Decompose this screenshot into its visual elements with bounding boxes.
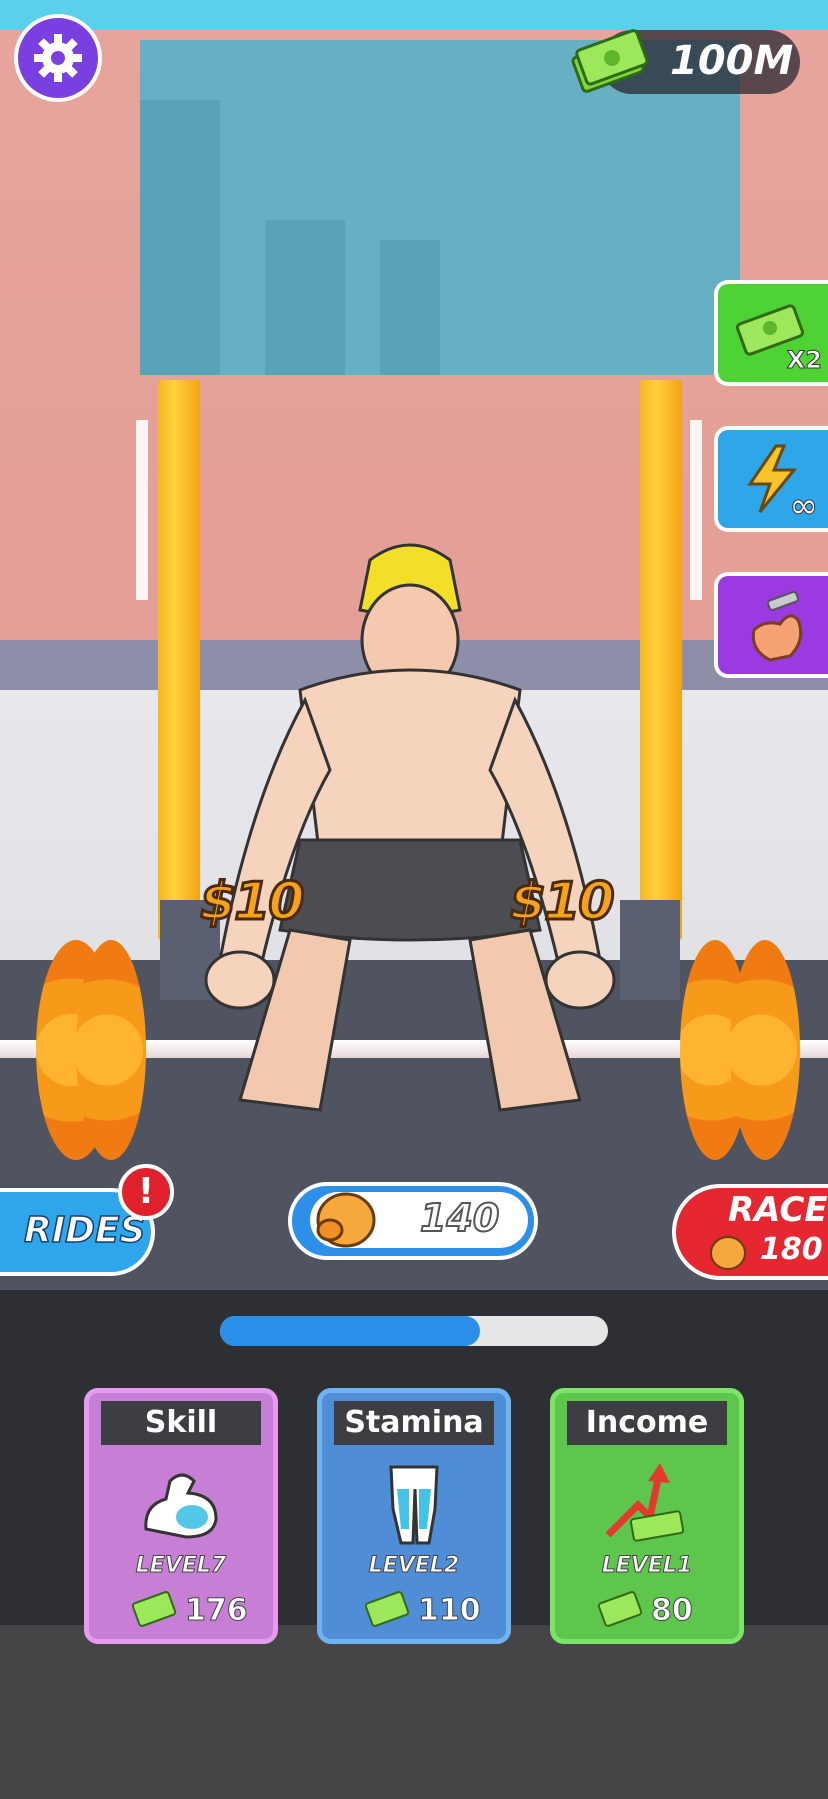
progress-bar (220, 1316, 608, 1346)
game-scene: $10 $10 (0, 0, 828, 1290)
cash-icon (597, 1591, 643, 1627)
card-level: LEVEL2 (368, 1553, 460, 1579)
boxing-glove-icon (710, 1236, 746, 1270)
rides-alert-badge: ! (118, 1164, 174, 1220)
infinite-badge: ∞ (789, 486, 818, 527)
upgrade-card-stamina[interactable]: Stamina LEVEL2 110 (317, 1388, 511, 1644)
earning-label-left: $10 (199, 871, 307, 934)
money-amount: 100M (670, 38, 794, 84)
rack-hooks (690, 420, 702, 600)
strength-value: 140 (419, 1195, 500, 1241)
building-silhouette (265, 220, 345, 375)
building-silhouette (140, 100, 220, 375)
upgrade-card-income[interactable]: Income LEVEL1 80 (550, 1388, 744, 1644)
double-money-badge: X2 (786, 346, 822, 375)
weight-plate-left (76, 940, 146, 1160)
race-label: RACE (728, 1190, 828, 1230)
earning-label-right: $10 (509, 871, 617, 934)
boxing-glove-icon (316, 1192, 376, 1248)
card-title: Stamina (334, 1401, 494, 1445)
race-cost: 180 (760, 1232, 823, 1267)
progress-fill (220, 1316, 480, 1346)
card-level: LEVEL7 (135, 1553, 227, 1579)
rides-label: RIDES (23, 1209, 146, 1252)
infinite-energy-button[interactable]: ∞ (714, 426, 828, 532)
weight-plate-right (730, 940, 800, 1160)
card-level: LEVEL1 (601, 1553, 693, 1579)
legs-icon (389, 1465, 439, 1545)
card-cost: 80 (651, 1593, 694, 1629)
dumbbell-arm-icon (751, 591, 803, 662)
card-cost: 176 (185, 1593, 249, 1629)
income-arrow-icon (605, 1463, 685, 1542)
rack-hooks (136, 420, 148, 600)
card-cost: 110 (418, 1593, 482, 1629)
cash-icon (131, 1591, 177, 1627)
strength-boost-button[interactable] (714, 572, 828, 678)
card-title: Skill (101, 1401, 261, 1445)
bottom-bar (0, 1625, 828, 1799)
cash-icon (364, 1591, 410, 1627)
settings-button[interactable] (14, 14, 102, 102)
double-money-button[interactable]: X2 (714, 280, 828, 386)
upgrade-card-skill[interactable]: Skill LEVEL7 176 (84, 1388, 278, 1644)
cash-stack-icon (571, 29, 649, 93)
lifter-character (204, 543, 616, 1112)
gear-icon (34, 34, 82, 82)
card-title: Income (567, 1401, 727, 1445)
flexed-arm-icon (144, 1473, 218, 1539)
building-silhouette (380, 240, 440, 375)
